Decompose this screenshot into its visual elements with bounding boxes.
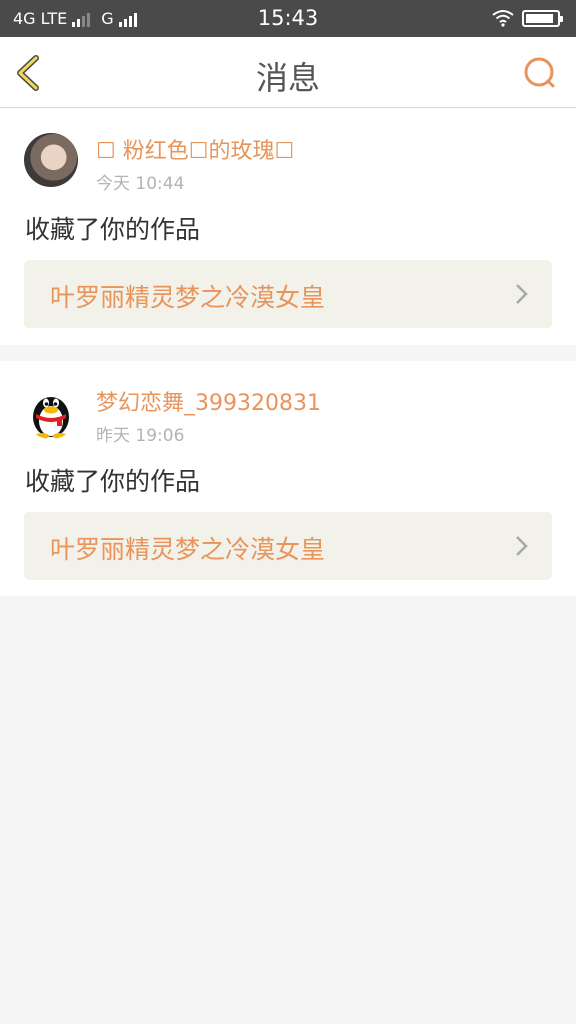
message-action: 收藏了你的作品 (25, 215, 201, 244)
title-bar: 消息 (0, 37, 576, 108)
chevron-right-icon (516, 284, 528, 304)
chevron-right-icon (516, 536, 528, 556)
avatar[interactable] (24, 133, 78, 187)
battery-icon (522, 9, 563, 27)
search-icon[interactable] (522, 55, 558, 91)
work-link[interactable]: 叶罗丽精灵梦之冷漠女皇 (24, 260, 552, 328)
message-action: 收藏了你的作品 (25, 467, 201, 496)
clock: 15:43 (257, 6, 319, 30)
username[interactable]: 梦幻恋舞_399320831 (96, 385, 321, 417)
work-link[interactable]: 叶罗丽精灵梦之冷漠女皇 (24, 512, 552, 580)
work-title: 叶罗丽精灵梦之冷漠女皇 (50, 283, 326, 312)
message-time: 昨天 19:06 (96, 426, 185, 446)
status-bar: 4G LTE G 15:43 (0, 0, 576, 37)
message-card: ☐ 粉红色☐的玫瑰☐ 今天 10:44 收藏了你的作品 叶罗丽精灵梦之冷漠女皇 (0, 109, 576, 345)
page-title: 消息 (255, 59, 320, 97)
message-card: 梦幻恋舞_399320831 昨天 19:06 收藏了你的作品 叶罗丽精灵梦之冷… (0, 361, 576, 596)
system-icons (492, 9, 563, 27)
username[interactable]: ☐ 粉红色☐的玫瑰☐ (96, 133, 294, 165)
wifi-icon (492, 10, 514, 27)
work-title: 叶罗丽精灵梦之冷漠女皇 (50, 535, 326, 564)
message-time: 今天 10:44 (96, 174, 185, 194)
avatar[interactable] (24, 385, 78, 439)
